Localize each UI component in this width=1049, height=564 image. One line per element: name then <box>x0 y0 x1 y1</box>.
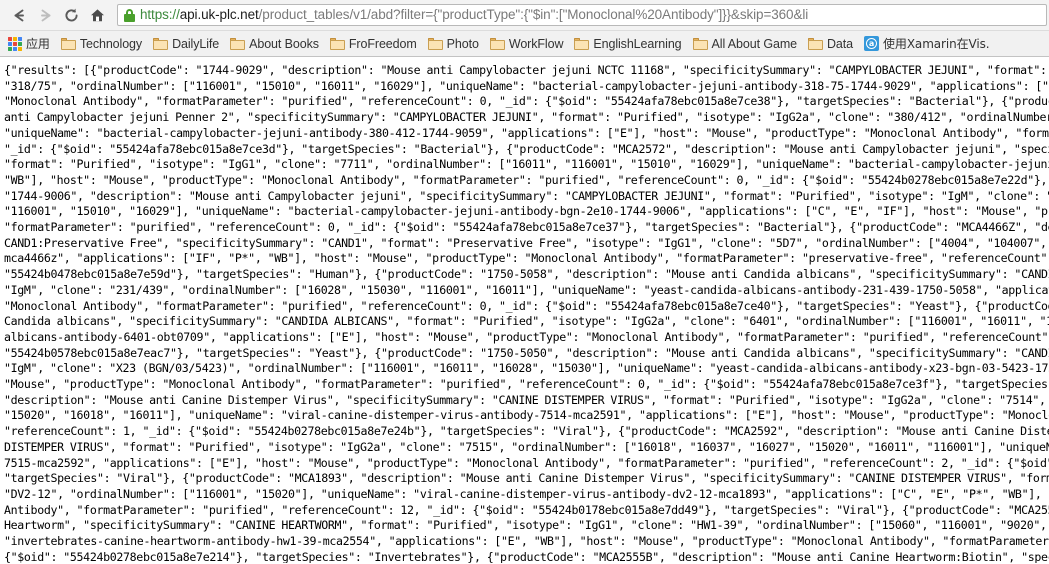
page-viewport: {"results": [{"productCode": "1744-9029"… <box>0 57 1049 563</box>
url-path-query: /product_tables/v1/abd?filter={"productT… <box>258 7 809 22</box>
browser-toolbar: https://api.uk-plc.net/product_tables/v1… <box>0 0 1049 30</box>
raw-json-response: {"results": [{"productCode": "1744-9029"… <box>4 63 1049 563</box>
address-bar[interactable]: https://api.uk-plc.net/product_tables/v1… <box>117 4 1047 26</box>
bookmark-label: Photo <box>446 36 479 51</box>
folder-icon <box>60 37 76 50</box>
bookmark-all-about-game[interactable]: All About Game <box>690 33 803 54</box>
lock-icon <box>124 8 135 22</box>
folder-icon <box>427 37 443 50</box>
bookmark-about-books[interactable]: About Books <box>227 33 325 54</box>
apps-grid-icon <box>8 36 22 51</box>
url-text: https://api.uk-plc.net/product_tables/v1… <box>140 5 808 25</box>
bookmark-xamarin-article[interactable]: a 使用Xamarin在Vis. <box>861 33 995 54</box>
folder-icon <box>230 37 246 50</box>
bookmark-englishlearning[interactable]: EnglishLearning <box>571 33 687 54</box>
folder-icon <box>329 37 345 50</box>
bookmark-technology[interactable]: Technology <box>58 33 148 54</box>
folder-icon <box>692 37 708 50</box>
bookmark-dailylife[interactable]: DailyLife <box>150 33 225 54</box>
folder-icon <box>489 37 505 50</box>
bookmark-workflow[interactable]: WorkFlow <box>487 33 570 54</box>
bookmark-label: All About Game <box>711 36 798 51</box>
folder-icon <box>153 37 169 50</box>
reload-button[interactable] <box>58 2 84 28</box>
bookmark-label: WorkFlow <box>508 36 564 51</box>
bookmark-label: FroFreedom <box>348 36 417 51</box>
bookmark-label: 使用Xamarin在Vis. <box>883 36 990 51</box>
bookmark-label: About Books <box>249 36 319 51</box>
folder-icon <box>808 37 823 50</box>
bookmark-label: EnglishLearning <box>593 36 682 51</box>
xamarin-icon: a <box>864 36 880 51</box>
url-host: api.uk-plc.net <box>179 7 259 22</box>
folder-icon <box>574 37 590 50</box>
bookmark-label: Data <box>827 36 854 51</box>
bookmark-label: Technology <box>79 36 143 51</box>
forward-button[interactable] <box>32 2 58 28</box>
bookmark-photo[interactable]: Photo <box>425 33 485 54</box>
browser-chrome: https://api.uk-plc.net/product_tables/v1… <box>0 0 1049 57</box>
bookmark-label: 应用 <box>26 36 50 51</box>
back-button[interactable] <box>6 2 32 28</box>
bookmark-frofreedom[interactable]: FroFreedom <box>327 33 423 54</box>
bookmark-apps[interactable]: 应用 <box>5 33 56 54</box>
url-scheme: https:// <box>140 7 180 22</box>
bookmark-label: DailyLife <box>172 36 220 51</box>
bookmarks-bar: 应用 Technology DailyLife About Books FroF… <box>0 30 1049 56</box>
bookmark-data[interactable]: Data <box>805 33 859 54</box>
home-button[interactable] <box>84 2 110 28</box>
